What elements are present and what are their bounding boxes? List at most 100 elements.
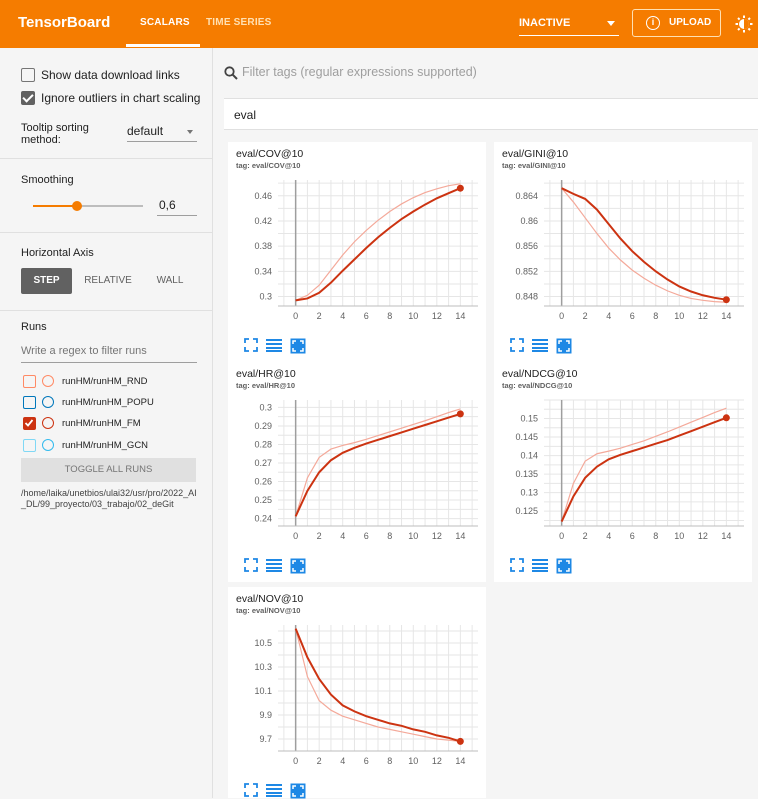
tag-filter-input[interactable]: Filter tags (regular expressions support… xyxy=(242,65,477,79)
fullscreen-icon[interactable] xyxy=(510,558,524,572)
y-tick-label: 0.25 xyxy=(254,495,272,505)
fullscreen-icon[interactable] xyxy=(244,783,258,797)
chart-tag: tag: eval/NOV@10 xyxy=(236,606,301,615)
run-color-icon[interactable] xyxy=(42,375,54,387)
y-tick-label: 0.34 xyxy=(254,266,272,276)
fit-domain-icon[interactable] xyxy=(556,338,572,354)
last-point-marker xyxy=(456,410,464,418)
smoothing-slider[interactable] xyxy=(33,201,143,211)
x-tick-label: 2 xyxy=(583,531,588,541)
fit-domain-icon[interactable] xyxy=(290,783,306,799)
logdir-path: /home/laika/unetbios/ulai32/usr/pro/2022… xyxy=(21,488,197,509)
top-app-bar: TensorBoard SCALARS TIME SERIES INACTIVE… xyxy=(0,0,758,48)
log-scale-icon[interactable] xyxy=(266,338,282,352)
fit-domain-icon[interactable] xyxy=(290,558,306,574)
chart-title: eval/COV@10 xyxy=(236,148,304,160)
x-tick-label: 0 xyxy=(293,531,298,541)
x-tick-label: 12 xyxy=(432,756,442,766)
log-scale-icon[interactable] xyxy=(532,338,548,352)
plugin-select[interactable]: INACTIVE xyxy=(519,12,619,36)
ignore-outliers-label: Ignore outliers in chart scaling xyxy=(41,91,201,105)
run-checkbox-checked[interactable] xyxy=(23,417,36,430)
x-tick-label: 0 xyxy=(293,756,298,766)
run-checkbox[interactable] xyxy=(23,396,36,409)
fit-domain-icon[interactable] xyxy=(556,558,572,574)
fullscreen-icon[interactable] xyxy=(244,558,258,572)
log-scale-icon[interactable] xyxy=(266,783,282,797)
y-tick-label: 0.26 xyxy=(254,477,272,487)
y-tick-label: 10.3 xyxy=(254,662,272,672)
x-tick-label: 8 xyxy=(387,311,392,321)
log-scale-icon[interactable] xyxy=(266,558,282,572)
x-tick-label: 8 xyxy=(387,756,392,766)
x-tick-label: 2 xyxy=(317,531,322,541)
tooltip-sort-select[interactable]: default xyxy=(127,124,197,142)
slider-thumb[interactable] xyxy=(72,201,83,211)
checkbox[interactable] xyxy=(21,68,35,82)
smoothing-input[interactable]: 0,6 xyxy=(157,198,197,216)
y-tick-label: 0.135 xyxy=(515,469,538,479)
x-tick-label: 6 xyxy=(364,311,369,321)
y-tick-label: 0.27 xyxy=(254,458,272,468)
x-tick-label: 10 xyxy=(674,311,684,321)
y-tick-label: 10.1 xyxy=(254,686,272,696)
log-scale-icon[interactable] xyxy=(532,558,548,572)
run-color-icon[interactable] xyxy=(42,439,54,451)
run-checkbox[interactable] xyxy=(23,439,36,452)
smoothing-label: Smoothing xyxy=(21,174,74,186)
chart-card-nov: eval/NOV@10 tag: eval/NOV@10 9.7 9.9 10.1 10.… xyxy=(228,587,486,799)
chevron-down-icon xyxy=(187,130,193,134)
x-tick-label: 14 xyxy=(721,311,731,321)
upload-button[interactable]: i UPLOAD xyxy=(632,9,721,37)
run-checkbox[interactable] xyxy=(23,375,36,388)
y-tick-label: 0.856 xyxy=(515,241,538,251)
chart-title: eval/NDCG@10 xyxy=(502,368,578,380)
x-tick-label: 4 xyxy=(340,756,345,766)
chart-title: eval/NOV@10 xyxy=(236,593,304,605)
x-tick-label: 2 xyxy=(317,756,322,766)
x-tick-label: 0 xyxy=(559,531,564,541)
tab-time-series[interactable]: TIME SERIES xyxy=(206,17,272,28)
fit-domain-icon[interactable] xyxy=(290,338,306,354)
theme-toggle-icon[interactable] xyxy=(735,15,753,33)
chart-plot: 0.125 0.13 0.135 0.14 0.145 0.15 0 2 4 6 8 10 12 14 xyxy=(515,399,744,541)
tab-scalars[interactable]: SCALARS xyxy=(140,17,190,28)
tag-group-header[interactable]: eval xyxy=(224,98,758,130)
fullscreen-icon[interactable] xyxy=(244,338,258,352)
runs-filter-input[interactable]: Write a regex to filter runs xyxy=(21,345,197,363)
x-tick-label: 14 xyxy=(455,756,465,766)
chart-card-cov: eval/COV@10 tag: eval/COV@10 0.3 0.34 0.38 0.… xyxy=(228,142,486,362)
x-tick-label: 12 xyxy=(698,531,708,541)
checkbox-checked[interactable] xyxy=(21,91,35,105)
x-tick-label: 4 xyxy=(606,531,611,541)
run-color-icon[interactable] xyxy=(42,417,54,429)
y-tick-label: 9.7 xyxy=(259,734,272,744)
chart-tag: tag: eval/COV@10 xyxy=(236,161,301,170)
y-tick-label: 10.5 xyxy=(254,638,272,648)
chart-title: eval/GINI@10 xyxy=(502,148,569,160)
y-tick-label: 0.15 xyxy=(520,414,538,424)
run-label: runHM/runHM_RND xyxy=(62,376,148,387)
last-point-marker xyxy=(722,414,730,422)
fullscreen-icon[interactable] xyxy=(510,338,524,352)
y-tick-label: 9.9 xyxy=(259,710,272,720)
run-color-icon[interactable] xyxy=(42,396,54,408)
axis-relative-button[interactable]: RELATIVE xyxy=(80,268,136,294)
show-download-label: Show data download links xyxy=(41,68,180,82)
tag-group-name: eval xyxy=(234,108,257,122)
plugin-select-value: INACTIVE xyxy=(519,17,571,29)
y-tick-label: 0.864 xyxy=(515,191,538,201)
y-tick-label: 0.13 xyxy=(520,488,538,498)
y-tick-label: 0.46 xyxy=(254,191,272,201)
y-tick-label: 0.125 xyxy=(515,506,538,516)
axis-wall-button[interactable]: WALL xyxy=(146,268,194,294)
axis-step-button[interactable]: STEP xyxy=(21,268,72,294)
tooltip-method-label: method: xyxy=(21,134,61,146)
tooltip-sorting-label: Tooltip sorting xyxy=(21,122,89,134)
chart-title: eval/HR@10 xyxy=(236,368,296,380)
x-tick-label: 4 xyxy=(340,311,345,321)
x-tick-label: 10 xyxy=(408,756,418,766)
toggle-all-runs-button[interactable]: TOGGLE ALL RUNS xyxy=(21,458,196,482)
chart-plot: 0.3 0.34 0.38 0.42 0.46 0 2 4 6 8 10 12 14 xyxy=(254,180,478,321)
tag-filter-bar[interactable]: Filter tags (regular expressions support… xyxy=(224,62,758,84)
